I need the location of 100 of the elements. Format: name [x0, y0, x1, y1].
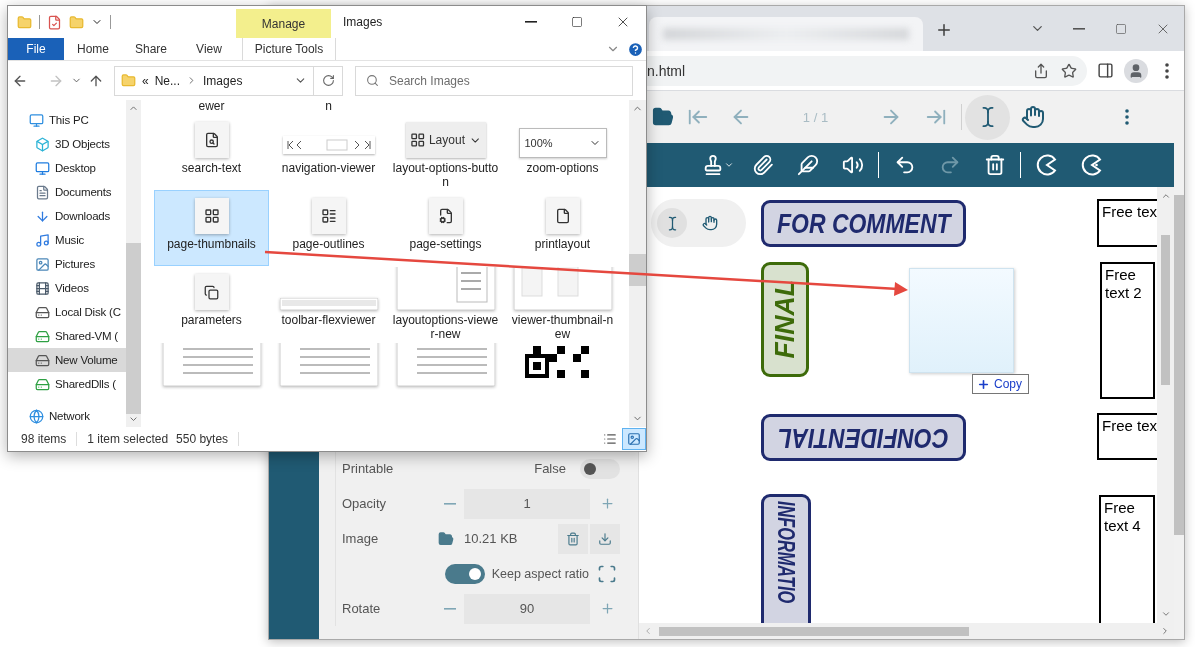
navigation-item[interactable]: 3D Objects [8, 132, 126, 156]
navigation-item[interactable]: Desktop [8, 156, 126, 180]
property-value: False [534, 461, 566, 476]
free-text-annotation: Free text 4 [1099, 495, 1155, 623]
file-item[interactable]: printlayout [505, 190, 620, 266]
toggle-switch[interactable] [444, 563, 485, 584]
file-item[interactable]: search-text [154, 114, 269, 190]
free-text-annotation: Free text 2 [1100, 262, 1155, 399]
maximize-icon [1115, 22, 1127, 35]
file-item[interactable]: toolbar-flexviewer [271, 266, 386, 342]
more-icon [1124, 109, 1129, 125]
file-size: 10.21 KB [464, 531, 518, 546]
hand-icon [702, 215, 718, 231]
text-select-button[interactable] [965, 94, 1010, 140]
navigation-item[interactable]: SharedDlls ( [8, 372, 126, 396]
file-item[interactable]: parameters [154, 266, 269, 342]
breadcrumb-item[interactable]: Images [203, 73, 243, 88]
copy-label: Copy [994, 377, 1022, 391]
scrollbar-thumb[interactable] [629, 254, 646, 286]
file-item[interactable]: Layout layout-options-button [388, 114, 503, 190]
navigation-item[interactable]: Pictures [8, 252, 126, 276]
document-icon [554, 208, 571, 224]
list-icon [603, 432, 617, 446]
navigation-item[interactable]: New Volume [8, 348, 126, 372]
scrollbar-thumb[interactable] [659, 626, 969, 636]
picture-icon [35, 256, 50, 272]
manage-tab[interactable]: Manage [236, 9, 331, 38]
download-icon [35, 208, 50, 224]
scrollbar-thumb[interactable] [126, 243, 141, 414]
plus-icon [977, 377, 990, 391]
paperclip-icon [751, 154, 774, 176]
number-field[interactable]: 1 [464, 488, 590, 519]
star-icon[interactable] [1061, 62, 1077, 79]
property-label: Rotate [342, 601, 382, 616]
file-item[interactable]: navigation-viewer [271, 114, 386, 190]
free-text-annotation: Free tex [1097, 199, 1157, 247]
plus-icon [935, 21, 953, 39]
breadcrumb-item[interactable]: Ne... [154, 73, 181, 88]
file-item[interactable]: page-settings [388, 190, 503, 266]
trash-icon [566, 531, 580, 546]
frame-corners-icon [597, 563, 617, 584]
stamp-annotation: FOR COMMENT [761, 200, 966, 247]
stamp-annotation: INFORMATIO [761, 494, 811, 623]
thumbnail-text: 100% [524, 137, 553, 149]
film-icon [35, 280, 50, 296]
url-text: n.html [647, 62, 686, 79]
file-item[interactable]: page-thumbnails [154, 190, 269, 266]
help-icon [626, 40, 644, 58]
navigation-item[interactable]: Local Disk (C [8, 300, 126, 324]
toggle-label: Keep aspect ratio [491, 566, 589, 581]
large-icons-view-button[interactable] [622, 428, 646, 450]
scroll-up-icon [1160, 191, 1171, 201]
download-button[interactable] [590, 523, 620, 554]
item-count: 98 items [21, 432, 67, 446]
scroll-left-icon [643, 626, 653, 636]
refresh-icon [321, 74, 335, 87]
scroll-right-icon [1160, 626, 1170, 636]
address-bar[interactable]: « Ne... Images [114, 65, 343, 96]
drive-icon [35, 304, 50, 320]
navigation-item[interactable]: Music [8, 228, 126, 252]
folder-icon [121, 73, 136, 88]
navigation-item[interactable]: Network [8, 404, 126, 427]
search-field[interactable]: Search Images [387, 72, 632, 89]
side-panel-icon [1096, 62, 1114, 79]
share-icon[interactable] [1033, 62, 1049, 79]
folder-icon[interactable] [438, 530, 454, 547]
grid-icon [203, 208, 220, 224]
hand-icon [1020, 105, 1045, 129]
navigation-item[interactable]: Documents [8, 180, 126, 204]
new-folder-icon[interactable] [69, 14, 84, 30]
free-text-annotation: Free tex [1097, 413, 1157, 460]
document-search-icon [203, 132, 220, 148]
pie-icon [1079, 153, 1104, 177]
search-box[interactable]: Search Images [355, 65, 633, 96]
properties-icon[interactable] [47, 14, 62, 30]
navigation-item[interactable]: Downloads [8, 204, 126, 228]
navigation-item[interactable]: This PC [8, 108, 126, 132]
toggle-switch[interactable] [580, 458, 620, 479]
number-field[interactable]: 90 [464, 593, 590, 624]
scrollbar-thumb[interactable] [1161, 235, 1170, 385]
file-item[interactable]: viewer-thumbnail-new [505, 266, 620, 342]
file-item[interactable]: page-outlines [271, 190, 386, 266]
selection-size: 550 bytes [176, 432, 229, 446]
download-icon [598, 531, 612, 546]
property-label: Image [342, 531, 380, 546]
document-icon [35, 184, 50, 200]
scrollbar-thumb[interactable] [1174, 195, 1184, 535]
maximize-icon [571, 16, 583, 28]
file-item[interactable]: 100% zoom-options [505, 114, 620, 190]
speaker-icon [841, 154, 864, 176]
computer-icon [29, 112, 44, 128]
network-drive-icon [35, 328, 50, 344]
file-name: n [325, 100, 332, 114]
text-select-button[interactable] [657, 208, 687, 238]
navigation-item[interactable]: Shared-VM ( [8, 324, 126, 348]
scroll-down-icon [1160, 609, 1171, 619]
file-menu-button[interactable]: File [8, 38, 64, 60]
minimize-icon [1073, 27, 1085, 30]
file-item[interactable]: layoutoptions-viewer-new [388, 266, 503, 342]
navigation-item[interactable]: Videos [8, 276, 126, 300]
